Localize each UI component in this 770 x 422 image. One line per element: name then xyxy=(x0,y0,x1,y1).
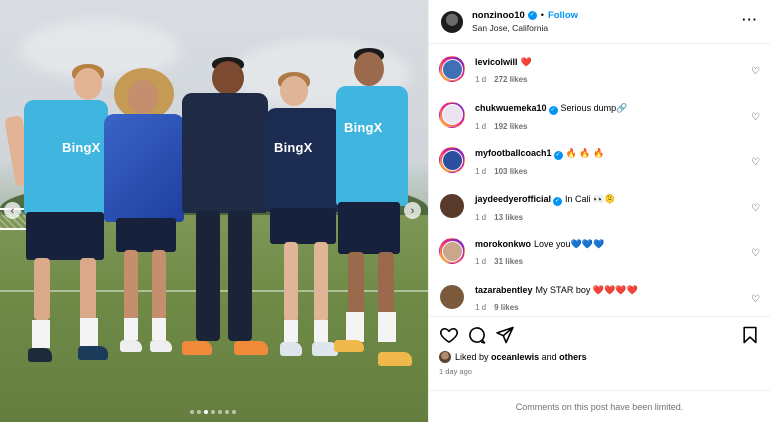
comment-text: ❤️ xyxy=(520,57,532,67)
sponsor-logo-text: BingX xyxy=(344,120,383,135)
comment-likes[interactable]: 31 likes xyxy=(494,257,523,266)
commenter-avatar[interactable] xyxy=(439,101,465,128)
verified-badge-icon: ✓ xyxy=(553,151,563,160)
carousel-dot[interactable] xyxy=(211,410,215,414)
post-header: nonzinoo10 ✓ • Follow San Jose, Californ… xyxy=(429,0,770,44)
bookmark-icon[interactable] xyxy=(740,325,760,345)
chevron-left-icon: ‹ xyxy=(10,204,15,217)
post-sidebar: nonzinoo10 ✓ • Follow San Jose, Californ… xyxy=(428,0,770,422)
commenter-username[interactable]: jaydeedyerofficial xyxy=(475,194,551,204)
verified-badge-icon: ✓ xyxy=(553,196,563,206)
commenter-avatar[interactable] xyxy=(439,147,465,173)
instagram-post: BingX BingX BingX ‹ › nonzinoo10 ✓ • Fol… xyxy=(0,0,770,422)
comment-item: myfootballcoach1 ✓ 🔥 🔥 🔥 1 d 103 likes ♡ xyxy=(429,135,770,181)
liked-by-user[interactable]: oceanlewis xyxy=(491,352,539,362)
carousel-dot[interactable] xyxy=(225,410,229,414)
commenter-username[interactable]: morokonkwo xyxy=(475,239,531,249)
commenter-username[interactable]: tazarabentley xyxy=(475,285,533,295)
comment-time[interactable]: 1 d xyxy=(475,75,486,84)
comment-likes[interactable]: 9 likes xyxy=(494,303,518,312)
player-3 xyxy=(172,55,272,375)
comment-time[interactable]: 1 d xyxy=(475,122,486,131)
comment-like-heart-icon[interactable]: ♡ xyxy=(751,66,760,77)
liked-by-avatar[interactable] xyxy=(439,351,451,363)
post-timestamp[interactable]: 1 day ago xyxy=(439,367,760,376)
commenter-username[interactable]: chukwuemeka10 xyxy=(475,103,547,113)
sponsor-logo-text: BingX xyxy=(274,140,313,155)
comment-item: levicolwill ❤️ 1 d 272 likes ♡ xyxy=(429,44,770,90)
post-media-photo[interactable]: BingX BingX BingX ‹ › xyxy=(0,0,428,422)
carousel-dot[interactable] xyxy=(197,410,201,414)
follow-button[interactable]: Follow xyxy=(548,9,578,22)
author-avatar[interactable] xyxy=(441,10,463,33)
comment-likes[interactable]: 192 likes xyxy=(494,122,527,131)
comment-like-heart-icon[interactable]: ♡ xyxy=(751,294,760,305)
commenter-username[interactable]: levicolwill xyxy=(475,57,518,67)
comment-item: chukwuemeka10 ✓ Serious dump🔗 1 d 192 likes ♡ xyxy=(429,90,770,136)
comments-limited-notice: Comments on this post have been limited. xyxy=(429,390,770,422)
comment-like-heart-icon[interactable]: ♡ xyxy=(751,112,760,123)
commenter-username[interactable]: myfootballcoach1 xyxy=(475,148,552,158)
comment-text: Love you💙💙💙 xyxy=(534,239,605,249)
comment-text: In Cali 👀🫠 xyxy=(565,193,616,204)
comment-time[interactable]: 1 d xyxy=(475,213,486,222)
player-1: BingX xyxy=(4,60,110,380)
post-location[interactable]: San Jose, California xyxy=(472,22,578,35)
comment-likes[interactable]: 13 likes xyxy=(494,213,523,222)
carousel-dot[interactable] xyxy=(232,410,236,414)
comments-list: levicolwill ❤️ 1 d 272 likes ♡ chukwuemeka10 ✓… xyxy=(429,44,770,316)
commenter-avatar[interactable] xyxy=(439,238,465,264)
comment-text: My STAR boy ❤️❤️❤️❤️ xyxy=(535,284,638,295)
carousel-dots xyxy=(190,410,236,414)
comment-likes[interactable]: 272 likes xyxy=(494,75,527,84)
commenter-avatar[interactable] xyxy=(439,56,465,82)
separator-dot: • xyxy=(540,9,544,20)
comment-icon[interactable] xyxy=(467,325,487,345)
comment-like-heart-icon[interactable]: ♡ xyxy=(751,203,760,214)
comment-likes[interactable]: 103 likes xyxy=(494,167,527,176)
comment-item: jaydeedyerofficial ✓ In Cali 👀🫠 1 d 13 likes… xyxy=(429,181,770,227)
comment-time[interactable]: 1 d xyxy=(475,167,486,176)
comment-like-heart-icon[interactable]: ♡ xyxy=(751,248,760,259)
verified-badge-icon: ✓ xyxy=(548,105,558,115)
carousel-dot[interactable] xyxy=(190,410,194,414)
verified-badge-icon: ✓ xyxy=(527,10,537,20)
sponsor-logo-text: BingX xyxy=(62,140,101,155)
comment-like-heart-icon[interactable]: ♡ xyxy=(751,157,760,168)
commenter-avatar[interactable] xyxy=(439,193,465,219)
comment-item: tazarabentley My STAR boy ❤️❤️❤️❤️ 1 d 9 li… xyxy=(429,272,770,317)
share-icon[interactable] xyxy=(495,325,515,345)
comment-text: 🔥 🔥 🔥 xyxy=(565,148,605,158)
liked-by-line: Liked by oceanlewis and others xyxy=(439,351,760,363)
comment-text: Serious dump🔗 xyxy=(560,102,628,113)
carousel-dot[interactable] xyxy=(204,410,208,414)
chevron-right-icon: › xyxy=(410,204,415,217)
post-actions: Liked by oceanlewis and others 1 day ago xyxy=(429,316,770,376)
heart-icon[interactable] xyxy=(439,325,459,345)
comment-time[interactable]: 1 d xyxy=(475,303,486,312)
liked-by-others-link[interactable]: others xyxy=(559,352,587,362)
author-username[interactable]: nonzinoo10 xyxy=(472,9,525,22)
carousel-next-button[interactable]: › xyxy=(404,202,421,219)
comment-item: morokonkwo Love you💙💙💙 1 d 31 likes ♡ xyxy=(429,226,770,272)
comment-time[interactable]: 1 d xyxy=(475,257,486,266)
carousel-dot[interactable] xyxy=(218,410,222,414)
carousel-prev-button[interactable]: ‹ xyxy=(4,202,21,219)
commenter-avatar[interactable] xyxy=(439,284,465,310)
more-options-icon[interactable]: ··· xyxy=(742,12,758,27)
